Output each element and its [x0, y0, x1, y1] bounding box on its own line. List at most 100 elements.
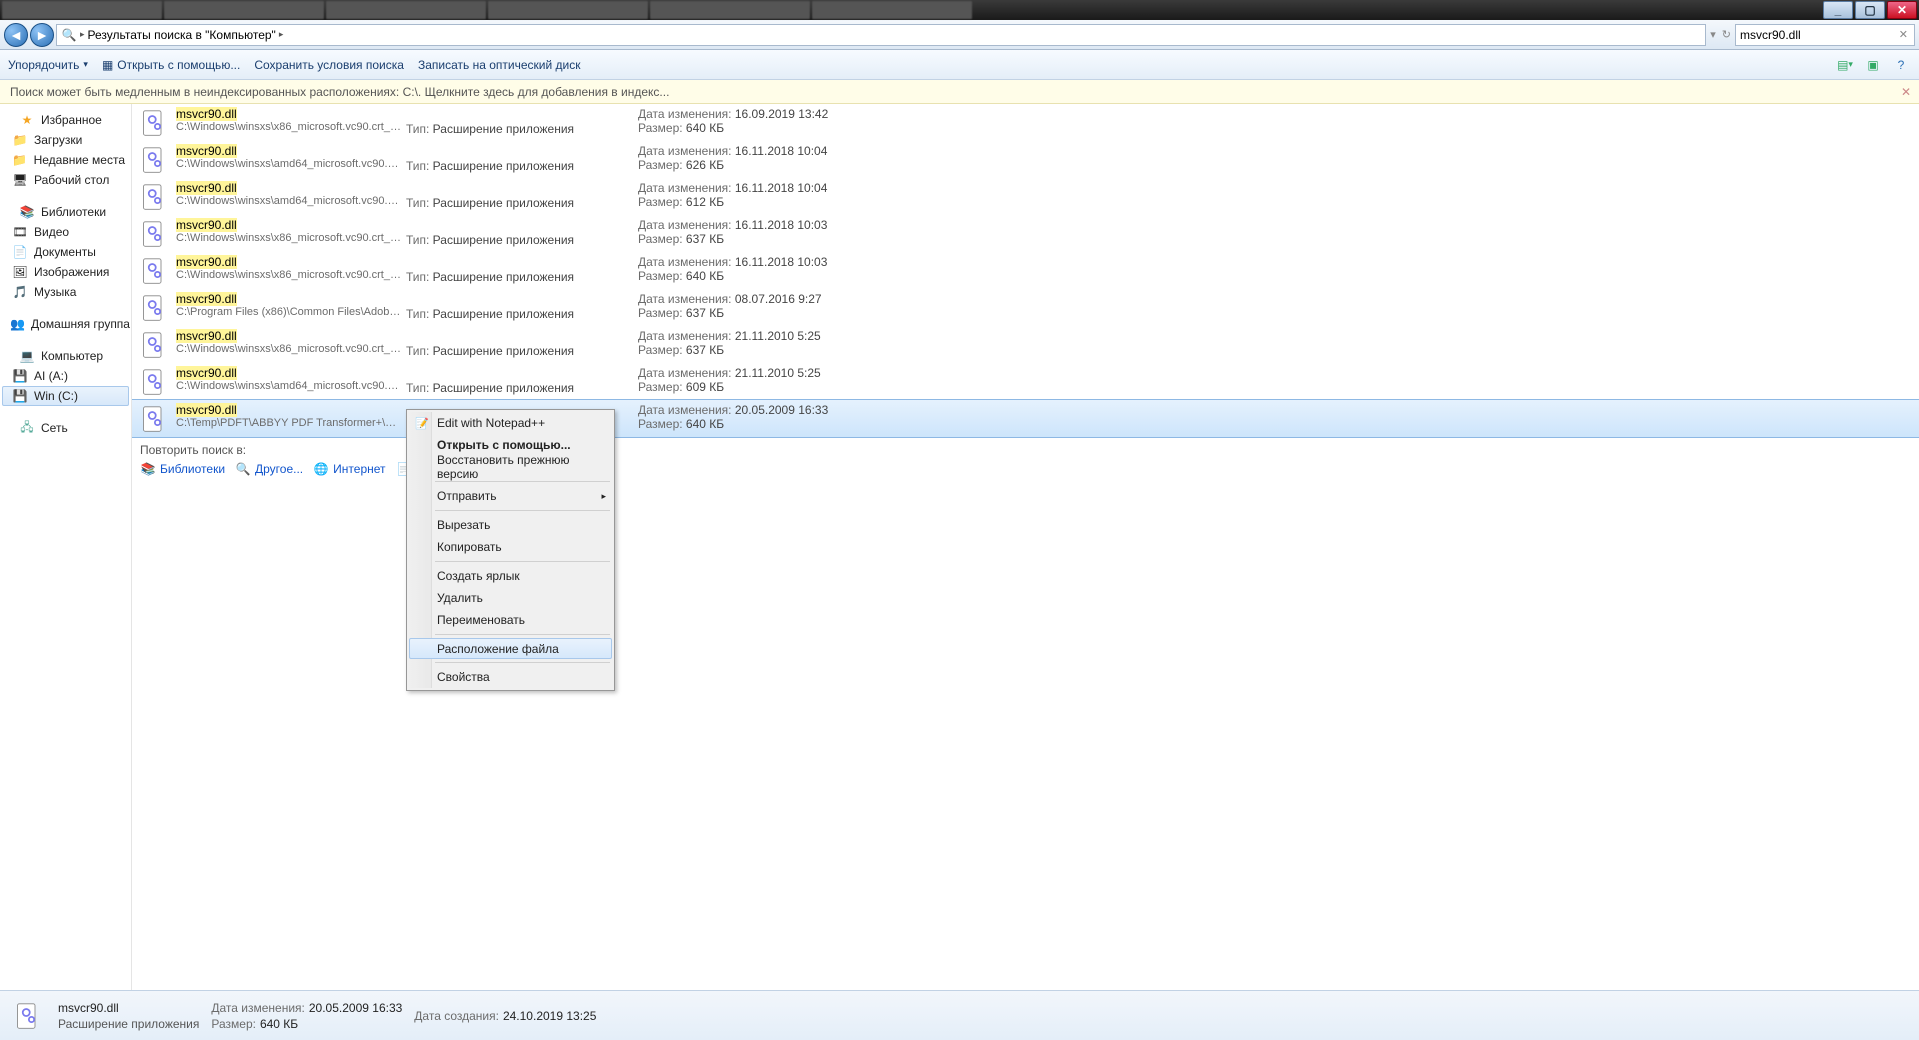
- chevron-right-icon: ▸: [279, 29, 284, 40]
- result-row[interactable]: msvcr90.dllC:\Windows\winsxs\x86_microso…: [132, 104, 1919, 141]
- result-filename: msvcr90.dll: [176, 144, 237, 158]
- browser-tab[interactable]: [164, 1, 324, 19]
- result-row[interactable]: msvcr90.dllC:\Windows\winsxs\amd64_micro…: [132, 178, 1919, 215]
- document-icon: 📄: [12, 244, 28, 260]
- browser-tabbar: _ ▢ ✕: [0, 0, 1919, 20]
- sidebar-libraries[interactable]: 📚Библиотеки: [2, 202, 129, 222]
- dll-file-icon: [10, 998, 46, 1034]
- repeat-search-item[interactable]: 🌐Интернет: [313, 461, 385, 477]
- sidebar-network[interactable]: 🖧Сеть: [2, 418, 129, 438]
- ctx-rename[interactable]: Переименовать: [409, 609, 612, 631]
- repeat-icon: 🌐: [313, 461, 329, 477]
- desktop-icon: 🖥: [12, 172, 28, 188]
- dll-file-icon: [138, 218, 170, 250]
- back-button[interactable]: ◄: [4, 23, 28, 47]
- chevron-right-icon: ▸: [80, 29, 85, 40]
- dll-file-icon: [138, 107, 170, 139]
- search-folder-icon: 🔍: [61, 27, 77, 43]
- network-icon: 🖧: [19, 420, 35, 436]
- ctx-send-to[interactable]: Отправить▸: [409, 485, 612, 507]
- ctx-create-shortcut[interactable]: Создать ярлык: [409, 565, 612, 587]
- result-path: C:\Windows\winsxs\amd64_microsoft.vc90.c…: [176, 158, 401, 170]
- result-path: C:\Windows\winsxs\x86_microsoft.vc90.crt…: [176, 343, 401, 355]
- sidebar-item-desktop[interactable]: 🖥Рабочий стол: [2, 170, 129, 190]
- ctx-properties[interactable]: Свойства: [409, 666, 612, 688]
- search-box[interactable]: ✕: [1735, 24, 1915, 46]
- result-row[interactable]: msvcr90.dllC:\Windows\winsxs\x86_microso…: [132, 215, 1919, 252]
- status-filetype: Расширение приложения: [58, 1017, 199, 1031]
- ctx-cut[interactable]: Вырезать: [409, 514, 612, 536]
- drive-icon: 💾: [12, 368, 28, 384]
- sidebar-drive-c[interactable]: 💾Win (C:): [2, 386, 129, 406]
- sidebar-computer[interactable]: 💻Компьютер: [2, 346, 129, 366]
- status-date-modified: 20.05.2009 16:33: [309, 1001, 402, 1015]
- close-icon[interactable]: ✕: [1901, 85, 1911, 99]
- ctx-restore-version[interactable]: Восстановить прежнюю версию: [409, 456, 612, 478]
- app-icon: ▦: [102, 58, 113, 72]
- sidebar-favorites[interactable]: ★Избранное: [2, 110, 129, 130]
- window-minimize[interactable]: _: [1823, 1, 1853, 19]
- breadcrumb[interactable]: 🔍 ▸ Результаты поиска в "Компьютер" ▸: [56, 24, 1706, 46]
- save-search-button[interactable]: Сохранить условия поиска: [254, 58, 404, 72]
- clear-search-icon[interactable]: ✕: [1897, 28, 1910, 41]
- refresh-icon[interactable]: ↻: [1720, 28, 1733, 41]
- index-warning-bar[interactable]: Поиск может быть медленным в неиндексиро…: [0, 80, 1919, 104]
- result-row[interactable]: msvcr90.dllC:\Windows\winsxs\x86_microso…: [132, 326, 1919, 363]
- result-filename: msvcr90.dll: [176, 366, 237, 380]
- result-filename: msvcr90.dll: [176, 329, 237, 343]
- ctx-copy[interactable]: Копировать: [409, 536, 612, 558]
- sidebar-drive-a[interactable]: 💾AI (A:): [2, 366, 129, 386]
- preview-pane-button[interactable]: ▣: [1863, 55, 1883, 75]
- sidebar-item-video[interactable]: 🎞Видео: [2, 222, 129, 242]
- repeat-search-item[interactable]: 🔍Другое...: [235, 461, 303, 477]
- result-row[interactable]: msvcr90.dllC:\Windows\winsxs\amd64_micro…: [132, 141, 1919, 178]
- sidebar-item-recent[interactable]: 📁Недавние места: [2, 150, 129, 170]
- sidebar-item-pictures[interactable]: 🖼Изображения: [2, 262, 129, 282]
- browser-tab[interactable]: [488, 1, 648, 19]
- results-list: msvcr90.dllC:\Windows\winsxs\x86_microso…: [132, 104, 1919, 990]
- result-row[interactable]: msvcr90.dllC:\Windows\winsxs\amd64_micro…: [132, 363, 1919, 400]
- repeat-search-item[interactable]: 📚Библиотеки: [140, 461, 225, 477]
- sidebar: ★Избранное 📁Загрузки 📁Недавние места 🖥Ра…: [0, 104, 132, 990]
- forward-button[interactable]: ►: [30, 23, 54, 47]
- browser-tab[interactable]: [326, 1, 486, 19]
- drive-icon: 💾: [12, 388, 28, 404]
- repeat-icon: 📚: [140, 461, 156, 477]
- repeat-icon: 🔍: [235, 461, 251, 477]
- browser-tab[interactable]: [2, 1, 162, 19]
- burn-button[interactable]: Записать на оптический диск: [418, 58, 581, 72]
- sidebar-item-downloads[interactable]: 📁Загрузки: [2, 130, 129, 150]
- ctx-delete[interactable]: Удалить: [409, 587, 612, 609]
- open-with-button[interactable]: ▦Открыть с помощью...: [102, 58, 240, 72]
- status-filename: msvcr90.dll: [58, 1001, 199, 1015]
- result-row[interactable]: msvcr90.dllC:\Windows\winsxs\x86_microso…: [132, 252, 1919, 289]
- organize-button[interactable]: Упорядочить: [8, 58, 88, 72]
- homegroup-icon: 👥: [10, 316, 25, 332]
- result-path: C:\Program Files (x86)\Common Files\Adob…: [176, 306, 401, 318]
- result-row[interactable]: msvcr90.dllC:\Temp\PDFT\ABBYY PDF Transf…: [132, 400, 1919, 437]
- help-button[interactable]: ?: [1891, 55, 1911, 75]
- context-menu: 📝Edit with Notepad++ Открыть с помощью..…: [406, 409, 615, 691]
- view-button[interactable]: ▤: [1835, 55, 1855, 75]
- sidebar-item-music[interactable]: 🎵Музыка: [2, 282, 129, 302]
- dll-file-icon: [138, 292, 170, 324]
- result-filename: msvcr90.dll: [176, 403, 237, 417]
- window-close[interactable]: ✕: [1887, 1, 1917, 19]
- window-maximize[interactable]: ▢: [1855, 1, 1885, 19]
- status-label: Дата создания:: [414, 1009, 499, 1023]
- status-label: Дата изменения:: [211, 1001, 305, 1015]
- ctx-edit-notepadpp[interactable]: 📝Edit with Notepad++: [409, 412, 612, 434]
- result-row[interactable]: msvcr90.dllC:\Program Files (x86)\Common…: [132, 289, 1919, 326]
- search-input[interactable]: [1740, 28, 1897, 42]
- repeat-search: Повторить поиск в:📚Библиотеки🔍Другое...🌐…: [132, 437, 1919, 481]
- result-path: C:\Windows\winsxs\x86_microsoft.vc90.crt…: [176, 232, 401, 244]
- dropdown-icon[interactable]: ▾: [1708, 28, 1718, 41]
- result-path: C:\Windows\winsxs\amd64_microsoft.vc90.c…: [176, 195, 401, 207]
- status-size: 640 КБ: [260, 1017, 298, 1031]
- sidebar-item-documents[interactable]: 📄Документы: [2, 242, 129, 262]
- library-icon: 📚: [19, 204, 35, 220]
- ctx-file-location[interactable]: Расположение файла: [409, 638, 612, 659]
- browser-tab[interactable]: [812, 1, 972, 19]
- browser-tab[interactable]: [650, 1, 810, 19]
- sidebar-homegroup[interactable]: 👥Домашняя группа: [2, 314, 129, 334]
